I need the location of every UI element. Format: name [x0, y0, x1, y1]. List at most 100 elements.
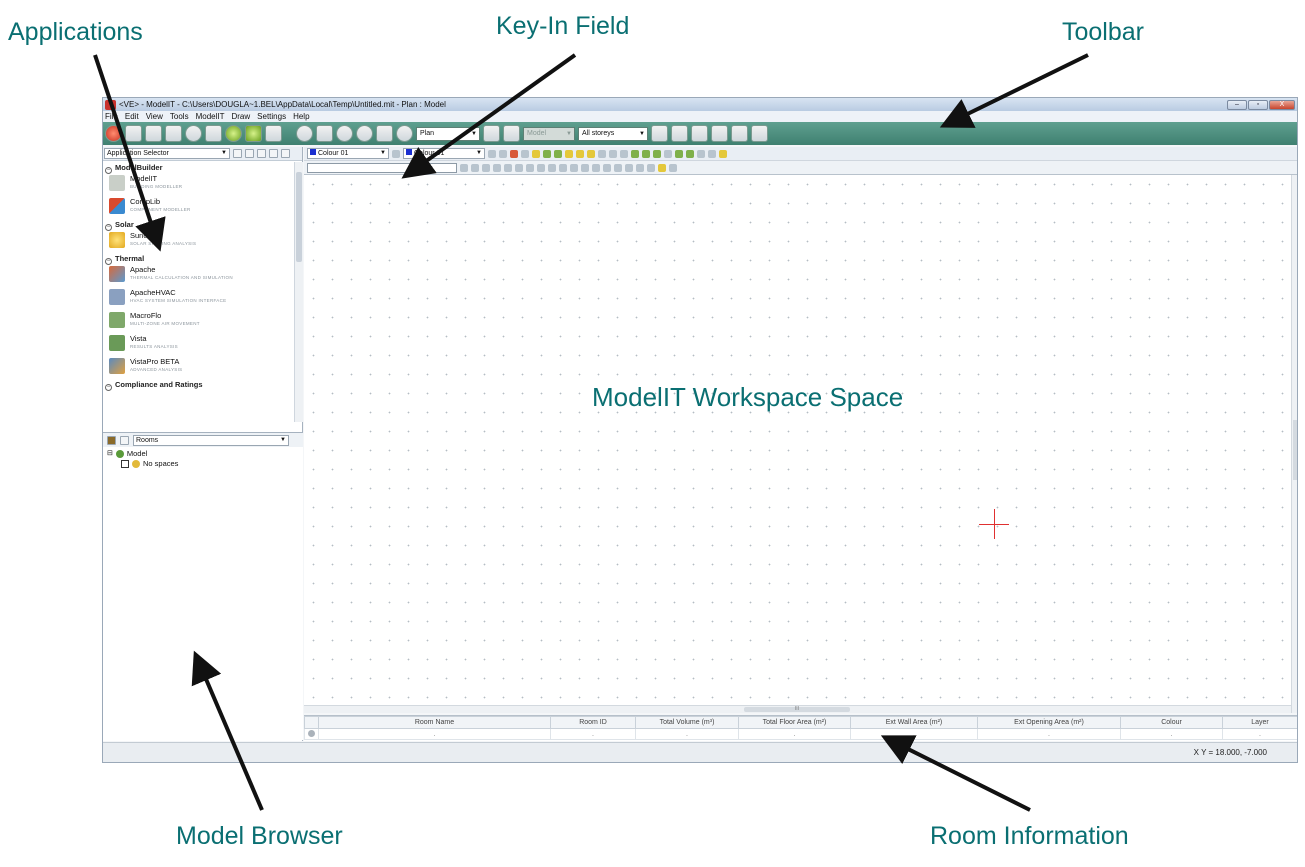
save-model-icon[interactable] — [165, 125, 182, 142]
edit-tool-3-icon[interactable] — [537, 163, 545, 172]
pan-icon[interactable] — [376, 125, 393, 142]
menu-file[interactable]: File — [105, 112, 118, 121]
zoom-window-icon[interactable] — [396, 125, 413, 142]
edit-tool-4-icon[interactable] — [548, 163, 556, 172]
edit-vertex-icon[interactable] — [631, 149, 639, 158]
menu-settings[interactable]: Settings — [257, 112, 286, 121]
list-view-icon[interactable] — [269, 149, 278, 158]
keyin-field[interactable] — [307, 162, 457, 173]
tree-child[interactable]: No spaces — [107, 459, 303, 469]
header-layer[interactable]: Layer — [1222, 716, 1297, 729]
new-model-icon[interactable] — [125, 125, 142, 142]
north-arrow-icon[interactable] — [711, 125, 728, 142]
draw-room-icon[interactable] — [532, 149, 540, 158]
paint-brush-icon[interactable] — [658, 163, 666, 172]
draw-block-icon[interactable] — [554, 149, 562, 158]
colour-options-icon[interactable] — [392, 149, 400, 158]
move-icon[interactable] — [697, 149, 705, 158]
camera-icon[interactable] — [483, 125, 500, 142]
close-button[interactable]: X — [1269, 99, 1295, 110]
app-macroflo[interactable]: MacroFlo MULTI-ZONE AIR MOVEMENT — [103, 310, 303, 333]
draw-hole-icon[interactable] — [598, 149, 606, 158]
header-room-id[interactable]: Room ID — [550, 716, 636, 729]
layer-options-icon[interactable] — [488, 149, 496, 158]
find-icon[interactable] — [731, 125, 748, 142]
zoom-out-icon[interactable] — [356, 125, 373, 142]
edit-tool-12-icon[interactable] — [636, 163, 644, 172]
storey-up-icon[interactable] — [651, 125, 668, 142]
app-suncast[interactable]: Suncast SOLAR SHADING ANALYSIS — [103, 230, 303, 253]
storey-down-icon[interactable] — [671, 125, 688, 142]
minimize-button[interactable]: – — [1227, 99, 1247, 110]
header-colour[interactable]: Colour — [1120, 716, 1223, 729]
view-select[interactable]: Plan ▼ — [416, 126, 480, 141]
lock-icon[interactable] — [521, 149, 529, 158]
zoom-extents-icon[interactable] — [316, 125, 333, 142]
app-apachehvac[interactable]: ApacheHVAC HVAC SYSTEM SIMULATION INTERFA… — [103, 287, 303, 310]
edit-tool-6-icon[interactable] — [570, 163, 578, 172]
grid-settings-icon[interactable] — [265, 125, 282, 142]
component-library-icon[interactable] — [225, 125, 242, 142]
storeys-select[interactable]: All storeys ▼ — [578, 126, 648, 141]
filter-icon[interactable] — [120, 435, 129, 445]
modelit-workspace[interactable] — [304, 175, 1291, 705]
menu-draw[interactable]: Draw — [231, 112, 250, 121]
app-complib[interactable]: CompLib COMPONENT MODELLER — [103, 196, 303, 219]
ve-home-icon[interactable] — [105, 125, 122, 142]
draw-shade-icon[interactable] — [565, 149, 573, 158]
align-icon[interactable] — [664, 149, 672, 158]
model-viewer-icon[interactable] — [245, 125, 262, 142]
orbit-icon[interactable] — [296, 125, 313, 142]
view-options-icon[interactable] — [185, 125, 202, 142]
header-room-name[interactable]: Room Name — [318, 716, 551, 729]
group-modelbuilder[interactable]: − ModelBuilder — [103, 162, 303, 174]
delete-icon[interactable] — [669, 163, 677, 172]
draw-space-icon[interactable] — [543, 149, 551, 158]
page-icon[interactable] — [245, 149, 254, 158]
edit-tool-2-icon[interactable] — [526, 163, 534, 172]
group-compliance[interactable]: − Compliance and Ratings — [103, 379, 303, 391]
measure-icon[interactable] — [493, 163, 501, 172]
workspace-vertical-scrollbar[interactable] — [1291, 175, 1297, 713]
menu-modelit[interactable]: ModelIT — [196, 112, 225, 121]
undo-icon[interactable] — [751, 125, 768, 142]
grid-icon[interactable] — [107, 435, 116, 445]
browser-view-select[interactable]: Rooms ▼ — [133, 434, 289, 446]
back-icon[interactable] — [233, 149, 242, 158]
app-list-scrollbar[interactable] — [294, 162, 303, 422]
storey-properties-icon[interactable] — [691, 125, 708, 142]
merge-icon[interactable] — [642, 149, 650, 158]
model-select[interactable]: Model ▼ — [523, 126, 575, 141]
app-apache[interactable]: Apache THERMAL CALCULATION AND SIMULATION — [103, 264, 303, 287]
draw-text-icon[interactable] — [620, 149, 628, 158]
edit-tool-10-icon[interactable] — [614, 163, 622, 172]
menu-tools[interactable]: Tools — [170, 112, 189, 121]
app-vista[interactable]: Vista RESULTS ANALYSIS — [103, 333, 303, 356]
edit-tool-9-icon[interactable] — [603, 163, 611, 172]
colour-select-1[interactable]: Colour 01 ▼ — [307, 148, 389, 159]
tree-root[interactable]: ⊟ Model — [107, 449, 303, 459]
edit-tool-5-icon[interactable] — [559, 163, 567, 172]
copy-icon[interactable] — [686, 149, 694, 158]
grid-view-icon[interactable] — [257, 149, 266, 158]
app-modelit[interactable]: ModelIT BUILDING MODELLER — [103, 173, 303, 196]
edit-tool-8-icon[interactable] — [592, 163, 600, 172]
header-total-volume[interactable]: Total Volume (m³) — [635, 716, 739, 729]
divide-icon[interactable] — [675, 149, 683, 158]
header-ext-wall-area[interactable]: Ext Wall Area (m²) — [850, 716, 978, 729]
select-pointer-icon[interactable] — [482, 163, 490, 172]
header-total-floor-area[interactable]: Total Floor Area (m²) — [738, 716, 851, 729]
group-thermal[interactable]: − Thermal — [103, 253, 303, 265]
app-vistapro[interactable]: VistaPro BETA ADVANCED ANALYSIS — [103, 356, 303, 379]
tree-checkbox[interactable] — [121, 460, 129, 468]
draw-window-icon[interactable] — [587, 149, 595, 158]
edit-tool-13-icon[interactable] — [647, 163, 655, 172]
axes-icon[interactable] — [503, 125, 520, 142]
edit-tool-11-icon[interactable] — [625, 163, 633, 172]
open-model-icon[interactable] — [145, 125, 162, 142]
split-icon[interactable] — [653, 149, 661, 158]
print-icon[interactable] — [205, 125, 222, 142]
group-solar[interactable]: − Solar — [103, 219, 303, 231]
rotate-icon[interactable] — [708, 149, 716, 158]
workspace-horizontal-scrollbar[interactable]: III — [304, 705, 1291, 713]
